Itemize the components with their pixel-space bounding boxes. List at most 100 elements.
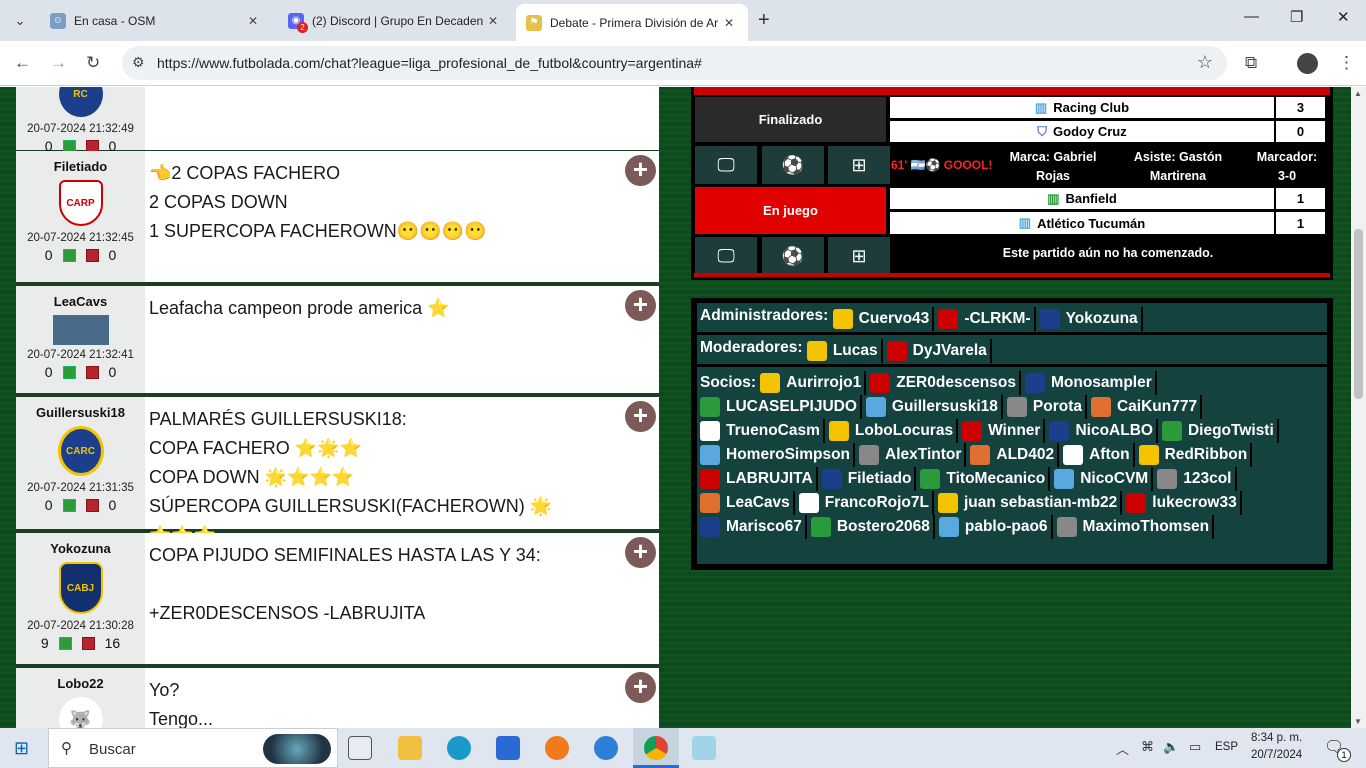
member-chip[interactable]: Guillersuski18 <box>865 395 1003 419</box>
downvote-icon[interactable] <box>85 248 99 262</box>
file-explorer-icon[interactable] <box>398 736 422 760</box>
member-chip[interactable]: DyJVarela <box>886 339 992 363</box>
scroll-up-icon[interactable]: ▲ <box>1354 89 1362 98</box>
member-chip[interactable]: TruenoCasm <box>700 419 825 443</box>
site-info-icon[interactable]: ⚙ <box>132 54 145 71</box>
clock-date[interactable]: 20/7/2024 <box>1251 749 1302 761</box>
reload-icon[interactable]: ↻ <box>86 53 100 73</box>
scrollbar-thumb[interactable] <box>1354 229 1363 399</box>
menu-dots-icon[interactable]: ⋮ <box>1338 53 1355 73</box>
member-chip[interactable]: CaiKun777 <box>1090 395 1203 419</box>
tv-icon[interactable]: 🖵 <box>695 146 757 184</box>
member-chip[interactable]: 123col <box>1157 467 1237 491</box>
downvote-icon[interactable] <box>81 636 95 650</box>
member-chip[interactable]: Afton <box>1063 443 1135 467</box>
member-chip[interactable]: MaximoThomsen <box>1056 515 1215 539</box>
scroll-down-icon[interactable]: ▼ <box>1354 717 1362 726</box>
member-chip[interactable]: Porota <box>1006 395 1087 419</box>
member-chip[interactable]: ALD402 <box>970 443 1060 467</box>
firefox-icon[interactable] <box>545 736 569 760</box>
downvote-icon[interactable] <box>85 365 99 379</box>
downvote-icon[interactable] <box>85 498 99 512</box>
tv-icon[interactable]: 🖵 <box>695 237 757 275</box>
member-chip[interactable]: Filetiado <box>821 467 917 491</box>
member-chip[interactable]: Cuervo43 <box>832 307 935 331</box>
member-chip[interactable]: LeaCavs <box>700 491 795 515</box>
restore-button[interactable]: ❐ <box>1290 8 1303 26</box>
bookmark-star-icon[interactable]: ☆ <box>1197 52 1213 73</box>
post-username[interactable]: Filetiado <box>16 159 145 174</box>
task-view-icon[interactable] <box>348 736 372 760</box>
language-indicator[interactable]: ESP <box>1215 741 1238 753</box>
upvote-icon[interactable] <box>58 636 72 650</box>
add-reaction-button[interactable]: + <box>625 155 656 186</box>
forward-arrow-icon[interactable]: → <box>50 53 67 73</box>
member-chip[interactable]: LUCASELPIJUDO <box>700 395 862 419</box>
post-username[interactable]: Yokozuna <box>16 541 145 556</box>
notepad-icon[interactable] <box>692 736 716 760</box>
member-chip[interactable]: Monosampler <box>1024 371 1157 395</box>
member-chip[interactable]: HomeroSimpson <box>700 443 856 467</box>
tab-discord[interactable]: ◉ 2 (2) Discord | Grupo En Decaden ✕ <box>278 4 512 37</box>
member-chip[interactable]: NicoCVM <box>1054 467 1154 491</box>
edge-icon[interactable] <box>447 736 471 760</box>
thunderbird-icon[interactable] <box>594 736 618 760</box>
member-chip[interactable]: LoboLocuras <box>828 419 959 443</box>
member-chip[interactable]: pablo-pao6 <box>938 515 1053 539</box>
member-chip[interactable]: ZER0descensos <box>870 371 1021 395</box>
volume-icon[interactable]: 🔈 <box>1163 739 1179 755</box>
add-reaction-button[interactable]: + <box>625 401 656 432</box>
post-username[interactable]: LeaCavs <box>16 294 145 309</box>
member-chip[interactable]: Yokozuna <box>1039 307 1143 331</box>
chrome-taskbar-button[interactable] <box>633 728 679 768</box>
extensions-icon[interactable]: ⧉ <box>1245 53 1257 73</box>
mail-icon[interactable] <box>496 736 520 760</box>
network-icon[interactable]: ⌘ <box>1141 739 1154 755</box>
member-chip[interactable]: Lucas <box>806 339 883 363</box>
page-scrollbar[interactable]: ▲ ▼ <box>1351 87 1366 728</box>
member-chip[interactable]: juan sebastian-mb22 <box>937 491 1123 515</box>
taskbar-search-box[interactable]: ⚲ Buscar <box>48 728 338 768</box>
tab-search-button[interactable]: ⌄ <box>6 7 34 35</box>
upvote-icon[interactable] <box>62 498 76 512</box>
add-reaction-button[interactable]: + <box>625 290 656 321</box>
windows-start-icon[interactable]: ⊞ <box>14 738 29 759</box>
upvote-icon[interactable] <box>62 365 76 379</box>
close-icon[interactable]: ✕ <box>720 16 738 30</box>
tab-debate[interactable]: ⚑ Debate - Primera División de Ar ✕ <box>516 4 748 41</box>
close-window-button[interactable]: ✕ <box>1337 8 1350 26</box>
tab-osm[interactable]: ☺ En casa - OSM ✕ <box>40 4 272 37</box>
new-tab-button[interactable]: + <box>758 9 770 32</box>
battery-icon[interactable]: ▭ <box>1189 739 1201 755</box>
member-chip[interactable]: FrancoRojo7L <box>798 491 934 515</box>
close-icon[interactable]: ✕ <box>244 14 262 28</box>
member-chip[interactable]: Bostero2068 <box>810 515 935 539</box>
url-bar[interactable]: ⚙ https://www.futbolada.com/chat?league=… <box>122 46 1227 80</box>
clock-time[interactable]: 8:34 p. m. <box>1251 732 1302 744</box>
member-chip[interactable]: Winner <box>962 419 1046 443</box>
member-chip[interactable]: Marisco67 <box>700 515 807 539</box>
member-chip[interactable]: lukecrow33 <box>1126 491 1242 515</box>
member-chip[interactable]: DiegoTwisti <box>1161 419 1279 443</box>
ball-icon[interactable]: ⚽ <box>762 237 824 275</box>
plus-square-icon[interactable]: ⊞ <box>828 146 890 184</box>
add-reaction-button[interactable]: + <box>625 672 656 703</box>
member-chip[interactable]: NicoALBO <box>1049 419 1158 443</box>
tray-chevron-icon[interactable]: ︿ <box>1116 739 1129 758</box>
member-chip[interactable]: RedRibbon <box>1138 443 1253 467</box>
ball-icon[interactable]: ⚽ <box>762 146 824 184</box>
minimize-button[interactable]: — <box>1244 8 1259 25</box>
post-username[interactable]: Guillersuski18 <box>16 405 145 420</box>
close-icon[interactable]: ✕ <box>484 14 502 28</box>
member-chip[interactable]: LABRUJITA <box>700 467 818 491</box>
member-chip[interactable]: TitoMecanico <box>920 467 1051 491</box>
add-reaction-button[interactable]: + <box>625 537 656 568</box>
plus-square-icon[interactable]: ⊞ <box>828 237 890 275</box>
profile-avatar[interactable] <box>1297 53 1318 74</box>
post-username[interactable]: Lobo22 <box>16 676 145 691</box>
member-chip[interactable]: Aurirrojo1 <box>760 371 867 395</box>
upvote-icon[interactable] <box>62 248 76 262</box>
back-arrow-icon[interactable]: ← <box>14 53 31 73</box>
member-chip[interactable]: AlexTintor <box>859 443 967 467</box>
member-chip[interactable]: -CLRKM- <box>938 307 1036 331</box>
